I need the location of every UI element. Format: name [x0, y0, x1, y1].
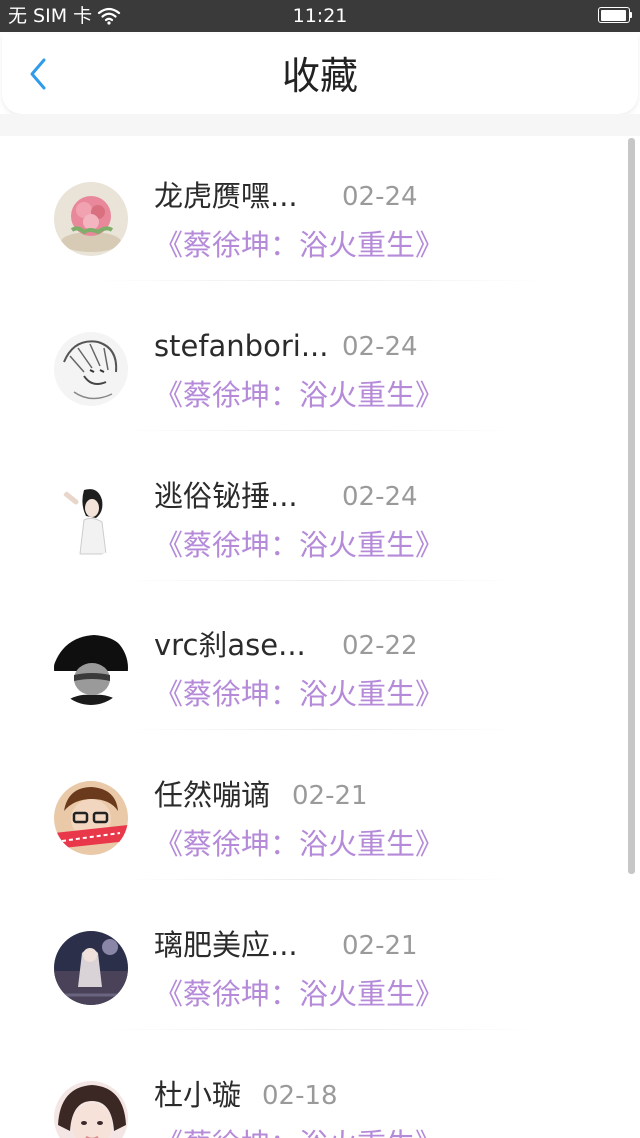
- divider: [100, 1028, 540, 1030]
- list-item[interactable]: 杜小璇 02-18 《蔡徐坤：浴火重生》: [0, 1035, 640, 1138]
- user-name: stefanbori...: [154, 328, 329, 363]
- date-label: 02-24: [342, 481, 418, 512]
- avatar[interactable]: [54, 631, 128, 706]
- date-label: 02-21: [292, 781, 368, 812]
- user-name: 任然嘣谪: [154, 778, 271, 813]
- user-name: vrc刹ase...: [154, 628, 306, 663]
- book-title-link[interactable]: 《蔡徐坤：浴火重生》: [154, 975, 444, 1013]
- favorites-list[interactable]: 龙虎赝嘿... 02-24 《蔡徐坤：浴火重生》 stefanbori... 0…: [0, 136, 640, 1138]
- date-label: 02-24: [342, 331, 418, 362]
- list-item[interactable]: stefanbori... 02-24 《蔡徐坤：浴火重生》: [0, 286, 640, 436]
- status-bar: 无 SIM 卡 11:21: [0, 0, 640, 32]
- divider: [120, 429, 520, 431]
- divider: [120, 879, 520, 881]
- avatar[interactable]: [54, 930, 128, 1005]
- book-title-link[interactable]: 《蔡徐坤：浴火重生》: [154, 825, 444, 863]
- user-name: 逃俗铋捶...: [154, 478, 298, 513]
- user-name: 璃肥美应...: [154, 927, 298, 962]
- date-label: 02-22: [342, 631, 418, 662]
- list-item[interactable]: 逃俗铋捶... 02-24 《蔡徐坤：浴火重生》: [0, 436, 640, 586]
- nav-header: 收藏: [2, 34, 638, 114]
- date-label: 02-18: [262, 1080, 338, 1111]
- divider: [88, 280, 548, 281]
- scrollbar[interactable]: [628, 138, 635, 874]
- header-separator: [0, 114, 640, 136]
- user-name: 龙虎赝嘿...: [154, 179, 298, 213]
- list-item[interactable]: 任然嘣谪 02-21 《蔡徐坤：浴火重生》: [0, 735, 640, 885]
- clock: 11:21: [292, 5, 348, 27]
- book-title-link[interactable]: 《蔡徐坤：浴火重生》: [154, 675, 444, 713]
- book-title-link[interactable]: 《蔡徐坤：浴火重生》: [154, 226, 444, 264]
- list-item[interactable]: vrc刹ase... 02-22 《蔡徐坤：浴火重生》: [0, 585, 640, 735]
- book-title-link[interactable]: 《蔡徐坤：浴火重生》: [154, 1125, 444, 1138]
- avatar[interactable]: [54, 781, 128, 856]
- avatar[interactable]: [54, 331, 128, 406]
- date-label: 02-24: [342, 182, 418, 212]
- avatar[interactable]: [54, 182, 128, 256]
- list-item[interactable]: 璃肥美应... 02-21 《蔡徐坤：浴火重生》: [0, 885, 640, 1035]
- avatar[interactable]: [54, 481, 128, 556]
- battery-icon: [598, 7, 632, 23]
- avatar[interactable]: [54, 1080, 128, 1138]
- page-title: 收藏: [281, 54, 358, 98]
- divider: [120, 729, 520, 731]
- book-title-link[interactable]: 《蔡徐坤：浴火重生》: [154, 526, 444, 564]
- divider: [120, 579, 520, 581]
- date-label: 02-21: [342, 930, 418, 961]
- book-title-link[interactable]: 《蔡徐坤：浴火重生》: [154, 376, 444, 414]
- list-item[interactable]: 龙虎赝嘿... 02-24 《蔡徐坤：浴火重生》: [0, 136, 640, 286]
- user-name: 杜小璇: [154, 1077, 242, 1112]
